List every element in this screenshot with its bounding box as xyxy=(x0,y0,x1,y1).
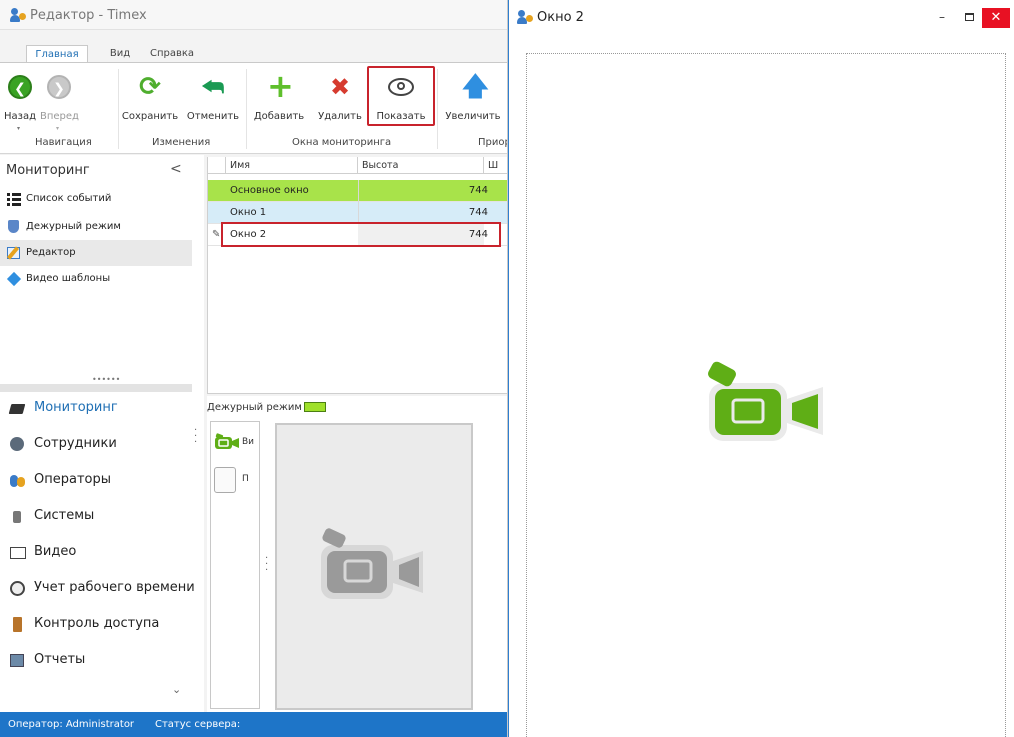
splitter-grip[interactable]: · · · xyxy=(265,554,268,576)
reports-icon xyxy=(10,653,26,669)
grid-header-indicator xyxy=(208,157,226,174)
delete-x-icon: ✖ xyxy=(329,73,351,101)
ribbon-tabs: Главная Вид Справка xyxy=(0,30,507,63)
table-row[interactable]: Основное окно 744 xyxy=(208,180,507,202)
close-button[interactable]: ✕ xyxy=(982,8,1010,28)
operator-status: Оператор: Administrator xyxy=(8,719,135,730)
nav-header-title: Мониторинг xyxy=(6,163,90,178)
tab-home[interactable]: Главная xyxy=(26,45,88,63)
plus-icon: + xyxy=(267,67,294,105)
collapse-chevron-icon[interactable]: < xyxy=(170,161,182,177)
cancel-button[interactable]: ⮪ Отменить xyxy=(184,69,242,129)
show-button-highlight xyxy=(367,66,435,126)
clock-icon xyxy=(10,581,26,597)
undo-icon: ⮪ xyxy=(201,73,225,101)
delete-button[interactable]: ✖ Удалить xyxy=(314,69,366,129)
template-label: П xyxy=(242,474,249,484)
pencil-icon: ✎ xyxy=(212,229,221,240)
tab-help[interactable]: Справка xyxy=(144,45,200,63)
minimize-button[interactable]: – xyxy=(939,10,945,24)
selected-row-highlight xyxy=(221,222,501,247)
shield-icon xyxy=(7,220,21,234)
app-icon xyxy=(517,10,533,24)
save-button[interactable]: ⟳ Сохранить xyxy=(120,69,180,129)
maximize-button[interactable] xyxy=(965,13,974,21)
camera-icon[interactable] xyxy=(214,433,240,451)
group-changes-label: Изменения xyxy=(152,137,211,148)
refresh-icon: ⟳ xyxy=(139,72,161,102)
nav-item-duty-mode[interactable]: Дежурный режим xyxy=(0,214,192,240)
grid-header-name[interactable]: Имя xyxy=(226,157,358,174)
grid-header-height[interactable]: Высота xyxy=(358,157,484,174)
add-button[interactable]: + Добавить xyxy=(250,69,308,129)
bottom-nav-time-tracking[interactable]: Учет рабочего времени xyxy=(0,571,196,607)
camera-icon xyxy=(708,361,823,441)
back-button[interactable]: ❮ Назад ▾ xyxy=(2,69,38,132)
bottom-nav-video[interactable]: Видео xyxy=(0,535,196,571)
document-icon[interactable] xyxy=(214,467,236,493)
arrow-up-icon: 🡅 xyxy=(462,72,489,102)
window-2-title: Окно 2 xyxy=(537,10,584,25)
forward-button[interactable]: ❯ Вперед ▾ xyxy=(40,69,79,132)
users-icon xyxy=(10,473,26,489)
camera-placeholder-icon xyxy=(321,528,423,599)
more-chevron-icon[interactable]: ⌄ xyxy=(172,683,181,696)
main-titlebar: Редактор - Timex xyxy=(0,0,507,30)
grid-header-width[interactable]: Ш xyxy=(484,157,507,174)
diamond-icon xyxy=(6,271,22,287)
table-row[interactable]: Окно 1 744 xyxy=(208,202,507,224)
bottom-nav-access-control[interactable]: Контроль доступа xyxy=(0,607,196,643)
status-bar: Оператор: Administrator Статус сервера: xyxy=(0,712,507,737)
duty-mode-label: Дежурный режим xyxy=(207,402,302,413)
server-status: Статус сервера: xyxy=(155,719,241,730)
duty-mode-panel: Дежурный режим · · · Ви П · · · xyxy=(194,396,507,712)
main-window-title: Редактор - Timex xyxy=(30,8,147,23)
door-icon xyxy=(10,617,26,633)
bottom-nav-systems[interactable]: Системы xyxy=(0,499,196,535)
ribbon-separator xyxy=(246,69,247,149)
enlarge-button[interactable]: 🡅 Увеличить xyxy=(442,69,504,129)
bottom-nav-reports[interactable]: Отчеты xyxy=(0,643,196,679)
resize-grip[interactable]: •••••• xyxy=(92,375,120,384)
window-2-titlebar: Окно 2 – ✕ xyxy=(509,0,1014,40)
bottom-nav-operators[interactable]: Операторы xyxy=(0,463,196,499)
tab-view[interactable]: Вид xyxy=(104,45,136,63)
template-preview xyxy=(275,423,473,710)
splitter-grip[interactable]: · · · xyxy=(194,426,197,448)
list-icon xyxy=(7,192,21,206)
bottom-nav-monitoring[interactable]: Мониторинг xyxy=(0,391,196,427)
edit-icon xyxy=(6,246,21,260)
app-icon xyxy=(10,8,26,22)
template-list: Ви П xyxy=(210,421,260,709)
arrow-right-icon: ❯ xyxy=(47,75,71,99)
group-monitor-windows-label: Окна мониторинга xyxy=(292,137,392,148)
ribbon-separator xyxy=(437,69,438,149)
arrow-left-icon: ❮ xyxy=(8,75,32,99)
group-priority-label: Приор xyxy=(478,137,508,148)
nav-item-event-list[interactable]: Список событий xyxy=(0,186,192,212)
device-icon xyxy=(10,509,26,525)
bottom-nav-employees[interactable]: Сотрудники xyxy=(0,427,196,463)
window-2-canvas xyxy=(526,53,1006,737)
nav-header: Мониторинг < xyxy=(0,155,192,185)
group-navigation-label: Навигация xyxy=(35,137,92,148)
main-window: Редактор - Timex Главная Вид Справка ❮ Н… xyxy=(0,0,508,737)
screen-icon xyxy=(10,545,26,561)
template-label: Ви xyxy=(242,437,255,447)
ribbon-separator xyxy=(118,69,119,149)
windows-grid: Имя Высота Ш Основное окно 744 Окно 1 74… xyxy=(207,157,507,394)
nav-item-video-templates[interactable]: Видео шаблоны xyxy=(0,266,192,292)
window-2: Окно 2 – ✕ xyxy=(508,0,1014,737)
navigation-panel: Мониторинг < Список событий Дежурный реж… xyxy=(0,155,204,712)
employees-icon xyxy=(10,437,26,453)
monitor-icon xyxy=(8,401,26,417)
duty-color-swatch[interactable] xyxy=(304,402,326,412)
nav-item-editor[interactable]: Редактор xyxy=(0,240,192,266)
